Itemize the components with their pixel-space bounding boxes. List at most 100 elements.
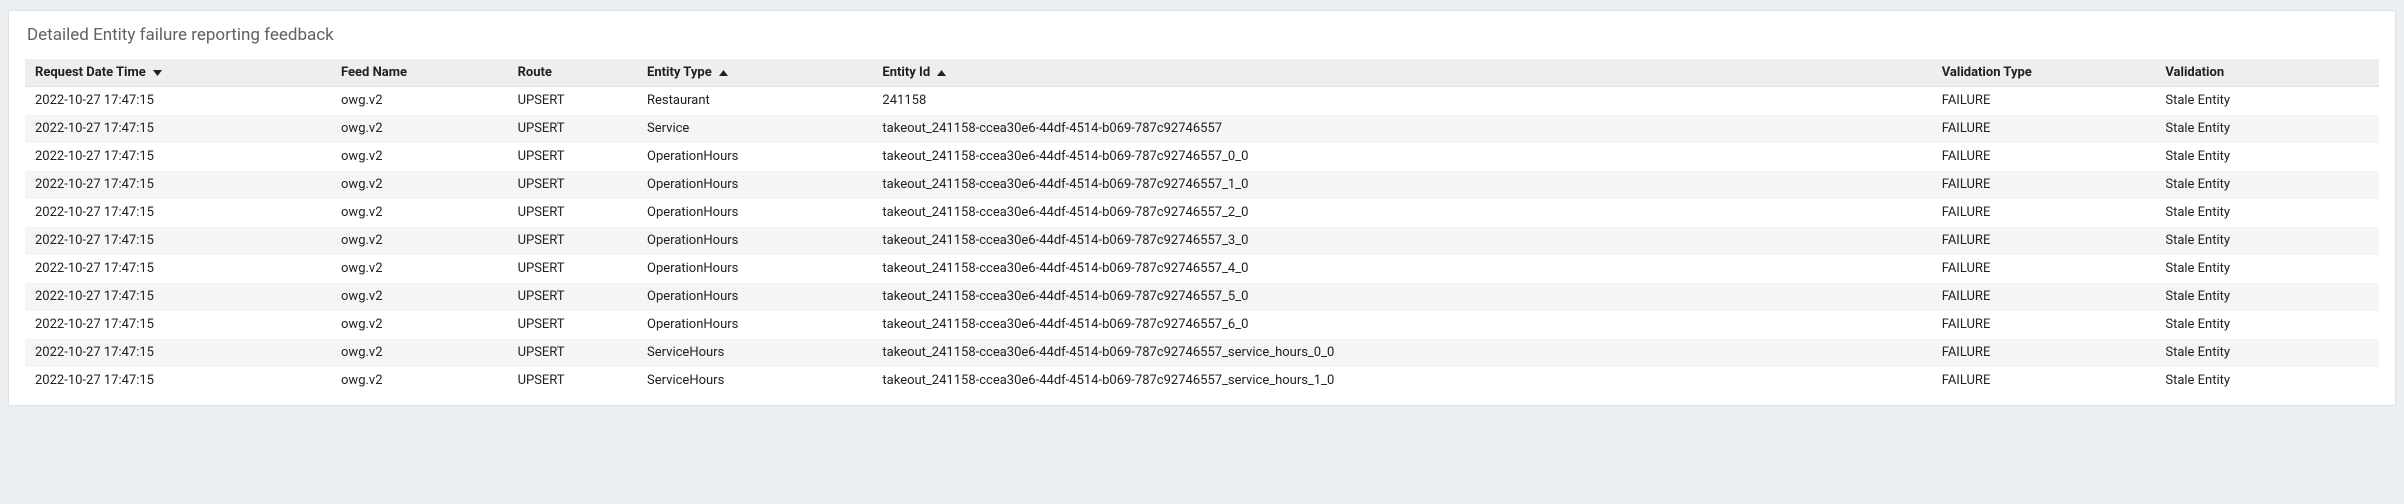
cell-entity-type: OperationHours	[637, 143, 872, 171]
cell-validation: Stale Entity	[2155, 199, 2379, 227]
col-header-validation-type[interactable]: Validation Type	[1932, 59, 2156, 87]
cell-route: UPSERT	[508, 115, 637, 143]
col-header-validation[interactable]: Validation	[2155, 59, 2379, 87]
cell-validation-type: FAILURE	[1932, 339, 2156, 367]
cell-feed-name: owg.v2	[331, 199, 508, 227]
cell-validation: Stale Entity	[2155, 339, 2379, 367]
col-header-label: Route	[518, 65, 552, 80]
cell-request-datetime: 2022-10-27 17:47:15	[25, 115, 331, 143]
col-header-feed-name[interactable]: Feed Name	[331, 59, 508, 87]
cell-validation-type: FAILURE	[1932, 311, 2156, 339]
failure-table: Request Date Time Feed Name Route Entity…	[25, 59, 2379, 395]
cell-route: UPSERT	[508, 339, 637, 367]
cell-request-datetime: 2022-10-27 17:47:15	[25, 255, 331, 283]
cell-validation: Stale Entity	[2155, 283, 2379, 311]
cell-route: UPSERT	[508, 171, 637, 199]
cell-route: UPSERT	[508, 143, 637, 171]
cell-entity-id: takeout_241158-ccea30e6-44df-4514-b069-7…	[872, 367, 1931, 395]
cell-entity-type: OperationHours	[637, 199, 872, 227]
cell-entity-id: takeout_241158-ccea30e6-44df-4514-b069-7…	[872, 227, 1931, 255]
col-header-request-datetime[interactable]: Request Date Time	[25, 59, 331, 87]
table-row: 2022-10-27 17:47:15owg.v2UPSERTServiceta…	[25, 115, 2379, 143]
report-card: Detailed Entity failure reporting feedba…	[8, 10, 2396, 406]
table-row: 2022-10-27 17:47:15owg.v2UPSERTRestauran…	[25, 87, 2379, 116]
cell-request-datetime: 2022-10-27 17:47:15	[25, 143, 331, 171]
cell-entity-id: 241158	[872, 87, 1931, 116]
table-row: 2022-10-27 17:47:15owg.v2UPSERTServiceHo…	[25, 339, 2379, 367]
table-row: 2022-10-27 17:47:15owg.v2UPSERTOperation…	[25, 227, 2379, 255]
cell-entity-id: takeout_241158-ccea30e6-44df-4514-b069-7…	[872, 171, 1931, 199]
table-row: 2022-10-27 17:47:15owg.v2UPSERTOperation…	[25, 199, 2379, 227]
cell-entity-type: OperationHours	[637, 255, 872, 283]
col-header-entity-type[interactable]: Entity Type	[637, 59, 872, 87]
cell-request-datetime: 2022-10-27 17:47:15	[25, 171, 331, 199]
cell-validation: Stale Entity	[2155, 227, 2379, 255]
cell-validation: Stale Entity	[2155, 115, 2379, 143]
col-header-label: Entity Id	[882, 65, 930, 80]
col-header-label: Entity Type	[647, 65, 712, 80]
cell-feed-name: owg.v2	[331, 311, 508, 339]
col-header-label: Validation Type	[1942, 65, 2032, 80]
cell-validation: Stale Entity	[2155, 255, 2379, 283]
cell-entity-type: OperationHours	[637, 311, 872, 339]
cell-request-datetime: 2022-10-27 17:47:15	[25, 283, 331, 311]
cell-validation: Stale Entity	[2155, 171, 2379, 199]
cell-route: UPSERT	[508, 367, 637, 395]
cell-request-datetime: 2022-10-27 17:47:15	[25, 311, 331, 339]
cell-entity-type: Restaurant	[637, 87, 872, 116]
cell-entity-id: takeout_241158-ccea30e6-44df-4514-b069-7…	[872, 339, 1931, 367]
cell-route: UPSERT	[508, 87, 637, 116]
cell-entity-type: OperationHours	[637, 227, 872, 255]
cell-request-datetime: 2022-10-27 17:47:15	[25, 367, 331, 395]
sort-desc-icon	[153, 70, 162, 76]
table-row: 2022-10-27 17:47:15owg.v2UPSERTOperation…	[25, 255, 2379, 283]
cell-feed-name: owg.v2	[331, 143, 508, 171]
cell-validation-type: FAILURE	[1932, 227, 2156, 255]
cell-feed-name: owg.v2	[331, 227, 508, 255]
table-row: 2022-10-27 17:47:15owg.v2UPSERTOperation…	[25, 283, 2379, 311]
cell-entity-type: ServiceHours	[637, 339, 872, 367]
table-header-row: Request Date Time Feed Name Route Entity…	[25, 59, 2379, 87]
cell-validation-type: FAILURE	[1932, 143, 2156, 171]
cell-request-datetime: 2022-10-27 17:47:15	[25, 339, 331, 367]
cell-route: UPSERT	[508, 311, 637, 339]
cell-route: UPSERT	[508, 283, 637, 311]
cell-route: UPSERT	[508, 199, 637, 227]
col-header-label: Feed Name	[341, 65, 407, 80]
sort-asc-icon	[937, 70, 946, 76]
cell-route: UPSERT	[508, 227, 637, 255]
cell-validation-type: FAILURE	[1932, 171, 2156, 199]
cell-validation-type: FAILURE	[1932, 255, 2156, 283]
col-header-entity-id[interactable]: Entity Id	[872, 59, 1931, 87]
cell-entity-id: takeout_241158-ccea30e6-44df-4514-b069-7…	[872, 115, 1931, 143]
cell-feed-name: owg.v2	[331, 115, 508, 143]
card-title: Detailed Entity failure reporting feedba…	[27, 25, 2379, 45]
cell-entity-type: OperationHours	[637, 283, 872, 311]
cell-validation: Stale Entity	[2155, 311, 2379, 339]
col-header-route[interactable]: Route	[508, 59, 637, 87]
cell-feed-name: owg.v2	[331, 255, 508, 283]
table-row: 2022-10-27 17:47:15owg.v2UPSERTOperation…	[25, 311, 2379, 339]
cell-validation-type: FAILURE	[1932, 199, 2156, 227]
cell-validation: Stale Entity	[2155, 87, 2379, 116]
table-row: 2022-10-27 17:47:15owg.v2UPSERTOperation…	[25, 143, 2379, 171]
cell-feed-name: owg.v2	[331, 87, 508, 116]
cell-feed-name: owg.v2	[331, 171, 508, 199]
cell-entity-id: takeout_241158-ccea30e6-44df-4514-b069-7…	[872, 143, 1931, 171]
cell-request-datetime: 2022-10-27 17:47:15	[25, 227, 331, 255]
col-header-label: Request Date Time	[35, 65, 146, 80]
cell-validation-type: FAILURE	[1932, 283, 2156, 311]
cell-validation-type: FAILURE	[1932, 87, 2156, 116]
sort-asc-icon	[719, 70, 728, 76]
cell-entity-id: takeout_241158-ccea30e6-44df-4514-b069-7…	[872, 311, 1931, 339]
cell-request-datetime: 2022-10-27 17:47:15	[25, 199, 331, 227]
cell-validation-type: FAILURE	[1932, 115, 2156, 143]
cell-entity-id: takeout_241158-ccea30e6-44df-4514-b069-7…	[872, 199, 1931, 227]
cell-entity-type: Service	[637, 115, 872, 143]
cell-request-datetime: 2022-10-27 17:47:15	[25, 87, 331, 116]
cell-entity-id: takeout_241158-ccea30e6-44df-4514-b069-7…	[872, 283, 1931, 311]
cell-route: UPSERT	[508, 255, 637, 283]
cell-entity-id: takeout_241158-ccea30e6-44df-4514-b069-7…	[872, 255, 1931, 283]
cell-feed-name: owg.v2	[331, 367, 508, 395]
cell-validation: Stale Entity	[2155, 143, 2379, 171]
